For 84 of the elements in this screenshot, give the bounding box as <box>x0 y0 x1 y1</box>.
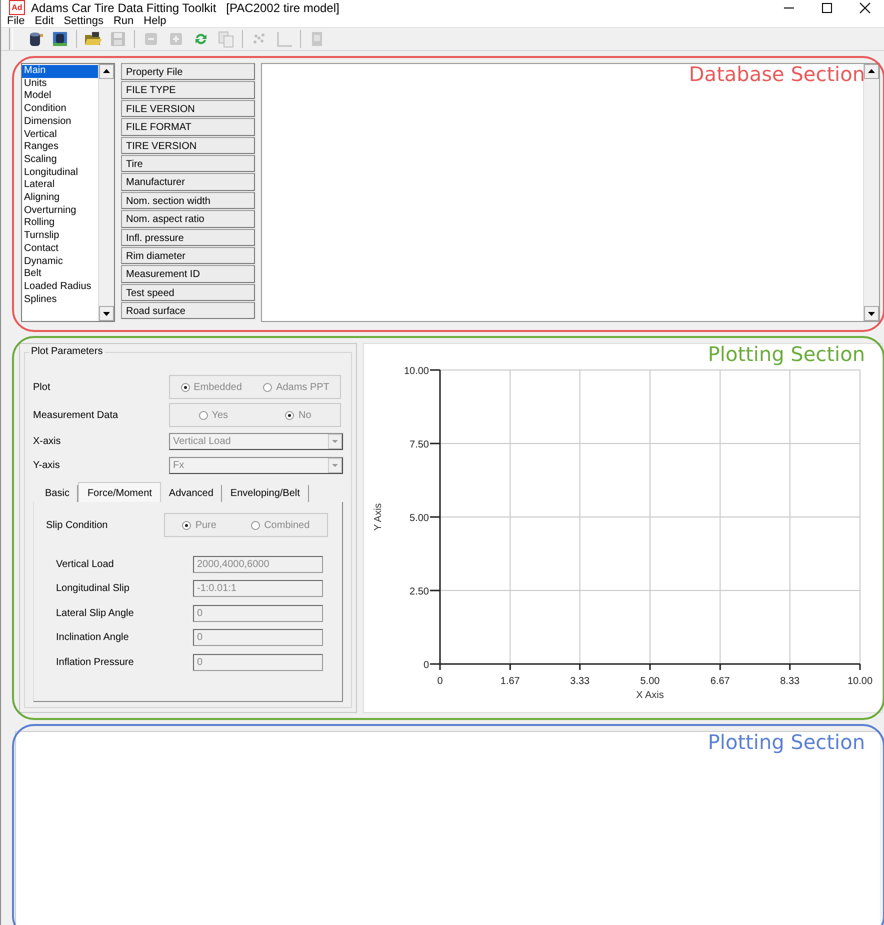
field-label: Y-axis <box>33 460 61 470</box>
menu-item[interactable]: Settings <box>64 15 104 27</box>
tick-label: 3.33 <box>570 676 590 687</box>
list-item[interactable]: Units <box>22 78 98 90</box>
toolbar-grip[interactable] <box>9 28 13 50</box>
group-title: Plot Parameters <box>29 346 105 357</box>
database-table-icon[interactable] <box>51 30 69 48</box>
menu-item[interactable]: Help <box>144 15 166 27</box>
list-item[interactable]: Main <box>22 65 98 78</box>
tick-label: 0 <box>423 660 429 671</box>
list-item[interactable]: Overturning <box>22 204 98 218</box>
list-item[interactable]: Dynamic <box>22 256 98 268</box>
radio-label: No <box>298 410 312 420</box>
annotation-label: Plotting Section <box>708 342 865 366</box>
folder-icon[interactable] <box>84 30 102 48</box>
radio-label: Yes <box>212 410 228 420</box>
field-label: Measurement Data <box>33 410 120 420</box>
property-header: Measurement ID <box>121 265 255 283</box>
property-header: Nom. aspect ratio <box>121 210 255 228</box>
tick-label: 0 <box>437 676 443 687</box>
field-label: Plot <box>33 382 52 392</box>
property-header: FILE TYPE <box>121 81 255 99</box>
maximize-icon[interactable] <box>821 2 833 14</box>
field-label: Lateral Slip Angle <box>56 608 135 619</box>
property-header: Tire <box>121 154 255 172</box>
property-header: TIRE VERSION <box>121 136 255 154</box>
list-item[interactable]: Condition <box>22 103 98 116</box>
tick-label: 5.00 <box>410 513 429 524</box>
property-header: Rim diameter <box>121 246 255 264</box>
app-logo: Ad <box>9 0 25 15</box>
section-list[interactable]: Main Units Model Condition Dimension Vertical Ranges Scaling Longitudinal Lateral Aligning Overturning Rolling Turnslip Contact Dynamic Belt Loaded Radius Splines <box>21 63 115 322</box>
list-item[interactable]: Ranges <box>22 141 98 154</box>
tick-label: 10.00 <box>404 366 429 377</box>
field-label: Longitudinal Slip <box>56 583 130 594</box>
property-header: Nom. section width <box>121 192 255 210</box>
tick-label: 1.67 <box>500 676 520 687</box>
field-label: X-axis <box>33 436 62 446</box>
window-title: Adams Car Tire Data Fitting Toolkit [PAC2002 tire model] <box>31 0 340 14</box>
list-item[interactable]: Rolling <box>22 217 98 230</box>
scroll-up-icon[interactable] <box>99 64 114 79</box>
property-header: Property File <box>121 63 255 80</box>
property-header: Road surface <box>121 302 255 320</box>
tick-label: 8.33 <box>780 676 800 687</box>
list-item[interactable]: Belt <box>22 268 98 281</box>
close-icon[interactable] <box>859 2 871 14</box>
list-item[interactable]: Longitudinal <box>22 166 98 180</box>
radio-label: Combined <box>264 520 310 530</box>
list-item[interactable]: Contact <box>22 242 98 256</box>
property-header: FILE FORMAT <box>121 118 255 136</box>
list-item[interactable]: Loaded Radius <box>22 280 98 294</box>
tick-label: 5.00 <box>640 676 660 687</box>
menu-item[interactable]: Edit <box>34 15 54 27</box>
scroll-down-icon[interactable] <box>99 306 114 321</box>
tick-label: 10.00 <box>847 676 873 687</box>
property-header: FILE VERSION <box>121 100 255 118</box>
scroll-up-icon[interactable] <box>864 64 879 79</box>
list-item[interactable]: Aligning <box>22 192 98 205</box>
list-item[interactable]: Lateral <box>22 179 98 192</box>
property-header: Infl. pressure <box>121 228 255 246</box>
tick-label: 6.67 <box>710 676 730 687</box>
menu-item[interactable]: File <box>7 15 25 27</box>
list-item[interactable]: Splines <box>22 294 98 306</box>
field-label: Vertical Load <box>56 558 115 570</box>
list-item[interactable]: Dimension <box>22 116 98 129</box>
list-item[interactable]: Model <box>22 90 98 104</box>
property-header: Manufacturer <box>121 173 255 191</box>
property-header: Test speed <box>121 284 255 302</box>
list-item[interactable]: Scaling <box>22 154 98 167</box>
radio-label: Adams PPT <box>276 382 330 392</box>
field-label: Inclination Angle <box>56 632 130 644</box>
menu-item[interactable]: Run <box>113 15 134 27</box>
annotation-label: Database Section <box>688 62 865 86</box>
axis-title: X Axis <box>636 690 664 701</box>
field-label: Slip Condition <box>46 520 109 530</box>
tick-label: 2.50 <box>410 586 429 598</box>
scroll-down-icon[interactable] <box>864 306 879 321</box>
list-item[interactable]: Turnslip <box>22 230 98 243</box>
radio-label: Pure <box>195 520 216 530</box>
field-label: Inflation Pressure <box>56 656 135 668</box>
list-item[interactable]: Vertical <box>22 128 98 142</box>
axis-title: Y Axis <box>373 503 384 531</box>
radio-label: Embedded <box>194 382 242 392</box>
tick-label: 7.50 <box>410 440 429 450</box>
annotation-label: Plotting Section <box>708 730 865 754</box>
